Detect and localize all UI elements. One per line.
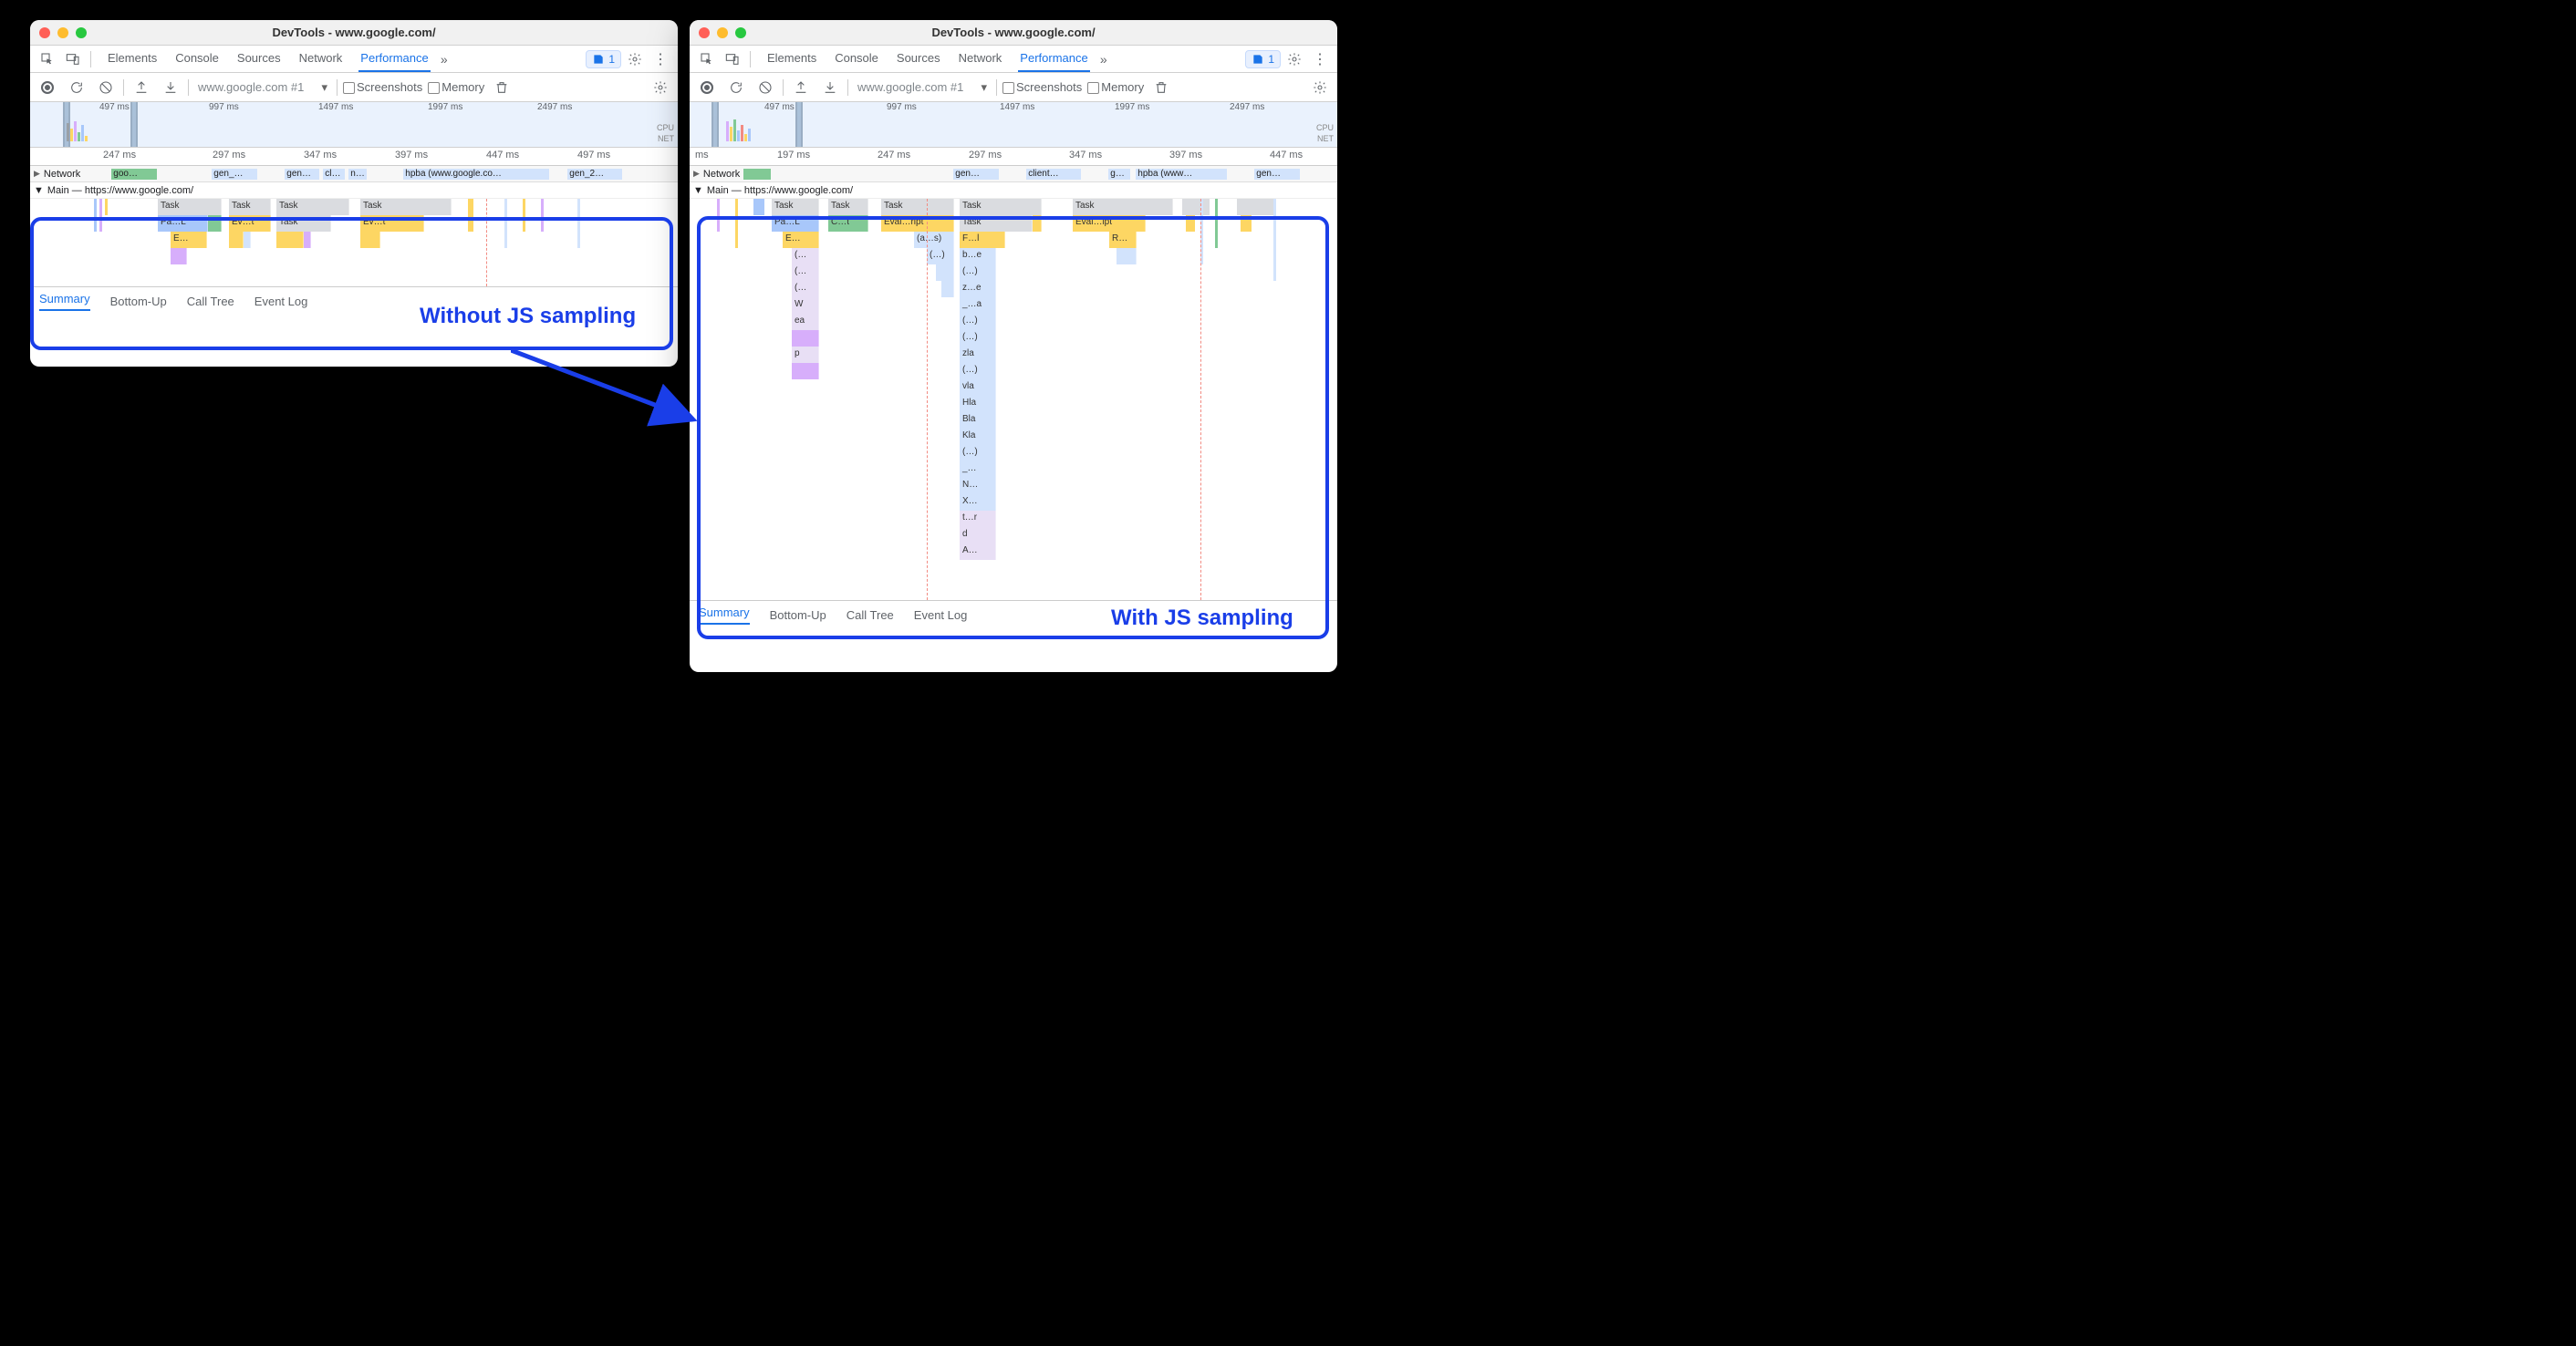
download-icon[interactable] [818,76,842,99]
close-icon[interactable] [39,27,50,38]
details-tabs: Summary Bottom-Up Call Tree Event Log [30,286,678,316]
tab-sources[interactable]: Sources [895,46,942,72]
close-icon[interactable] [699,27,710,38]
tab-performance[interactable]: Performance [1018,46,1089,72]
tab-bottom-up[interactable]: Bottom-Up [770,608,826,622]
more-tabs-icon[interactable]: » [1092,47,1116,71]
kebab-icon[interactable]: ⋮ [649,47,672,71]
gear-icon[interactable] [1283,47,1306,71]
flame-chart-left[interactable]: Task Pa…L E… Task Ev…t Task Task Task Ev… [30,199,678,286]
tab-call-tree[interactable]: Call Tree [847,608,894,622]
issues-chip[interactable]: 1 [586,50,621,68]
tab-event-log[interactable]: Event Log [254,295,308,308]
panel-tabs: Elements Console Sources Network Perform… [30,46,678,73]
record-button[interactable] [695,76,719,99]
more-tabs-icon[interactable]: » [432,47,456,71]
gear-icon[interactable] [623,47,647,71]
tab-event-log[interactable]: Event Log [914,608,968,622]
screenshots-checkbox[interactable]: Screenshots [343,80,422,94]
time-ruler[interactable]: 247 ms 297 ms 347 ms 397 ms 447 ms 497 m… [30,148,678,166]
device-icon[interactable] [721,47,744,71]
collapse-icon[interactable]: ▼ [693,185,703,196]
expand-icon[interactable]: ▶ [693,169,700,179]
titlebar: DevTools - www.google.com/ [30,20,678,46]
collapse-icon[interactable]: ▼ [34,185,44,196]
tab-network[interactable]: Network [297,46,345,72]
time-ruler[interactable]: ms 197 ms 247 ms 297 ms 347 ms 397 ms 44… [690,148,1337,166]
tab-network[interactable]: Network [957,46,1004,72]
maximize-icon[interactable] [735,27,746,38]
minimize-icon[interactable] [57,27,68,38]
download-icon[interactable] [159,76,182,99]
tab-performance[interactable]: Performance [358,46,430,72]
reload-icon[interactable] [724,76,748,99]
issues-chip[interactable]: 1 [1245,50,1281,68]
expand-icon[interactable]: ▶ [34,169,40,179]
panel-tabs: Elements Console Sources Network Perform… [690,46,1337,73]
tab-elements[interactable]: Elements [765,46,818,72]
main-track-header[interactable]: ▼ Main — https://www.google.com/ [690,182,1337,199]
tab-summary[interactable]: Summary [39,292,90,311]
tab-console[interactable]: Console [833,46,880,72]
perf-toolbar: www.google.com #1▾ Screenshots Memory [690,73,1337,102]
tab-call-tree[interactable]: Call Tree [187,295,234,308]
recording-select[interactable]: www.google.com #1▾ [194,80,331,95]
devtools-window-left: DevTools - www.google.com/ Elements Cons… [30,20,678,367]
devtools-window-right: DevTools - www.google.com/ Elements Cons… [690,20,1337,672]
screenshots-checkbox[interactable]: Screenshots [1002,80,1082,94]
minimize-icon[interactable] [717,27,728,38]
memory-checkbox[interactable]: Memory [1087,80,1144,94]
perf-toolbar: www.google.com #1▾ Screenshots Memory [30,73,678,102]
clear-icon[interactable] [753,76,777,99]
tab-bottom-up[interactable]: Bottom-Up [110,295,167,308]
upload-icon[interactable] [130,76,153,99]
device-icon[interactable] [61,47,85,71]
kebab-icon[interactable]: ⋮ [1308,47,1332,71]
main-track-header[interactable]: ▼ Main — https://www.google.com/ [30,182,678,199]
gc-icon[interactable] [1149,76,1173,99]
details-tabs: Summary Bottom-Up Call Tree Event Log [690,600,1337,629]
inspect-icon[interactable] [695,47,719,71]
overview-minimap[interactable]: 497 ms 997 ms 1497 ms 1997 ms 2497 ms CP… [690,102,1337,148]
perf-settings-icon[interactable] [1308,76,1332,99]
memory-checkbox[interactable]: Memory [428,80,484,94]
tab-summary[interactable]: Summary [699,606,750,625]
network-track[interactable]: ▶ Network goo… gen_… gen… cl… n… hpba (w… [30,166,678,182]
tab-sources[interactable]: Sources [235,46,283,72]
tab-console[interactable]: Console [173,46,221,72]
maximize-icon[interactable] [76,27,87,38]
reload-icon[interactable] [65,76,88,99]
gc-icon[interactable] [490,76,514,99]
perf-settings-icon[interactable] [649,76,672,99]
recording-select[interactable]: www.google.com #1▾ [854,80,991,95]
network-track[interactable]: ▶ Network gen… client… g… hpba (www… gen… [690,166,1337,182]
titlebar: DevTools - www.google.com/ [690,20,1337,46]
overview-minimap[interactable]: 497 ms 997 ms 1497 ms 1997 ms 2497 ms CP… [30,102,678,148]
inspect-icon[interactable] [36,47,59,71]
record-button[interactable] [36,76,59,99]
window-title: DevTools - www.google.com/ [30,26,678,39]
clear-icon[interactable] [94,76,118,99]
tab-elements[interactable]: Elements [106,46,159,72]
upload-icon[interactable] [789,76,813,99]
flame-chart-right[interactable]: Task Pa…L E… (… (… (… W ea p Task C…t Ta… [690,199,1337,600]
window-title: DevTools - www.google.com/ [690,26,1337,39]
